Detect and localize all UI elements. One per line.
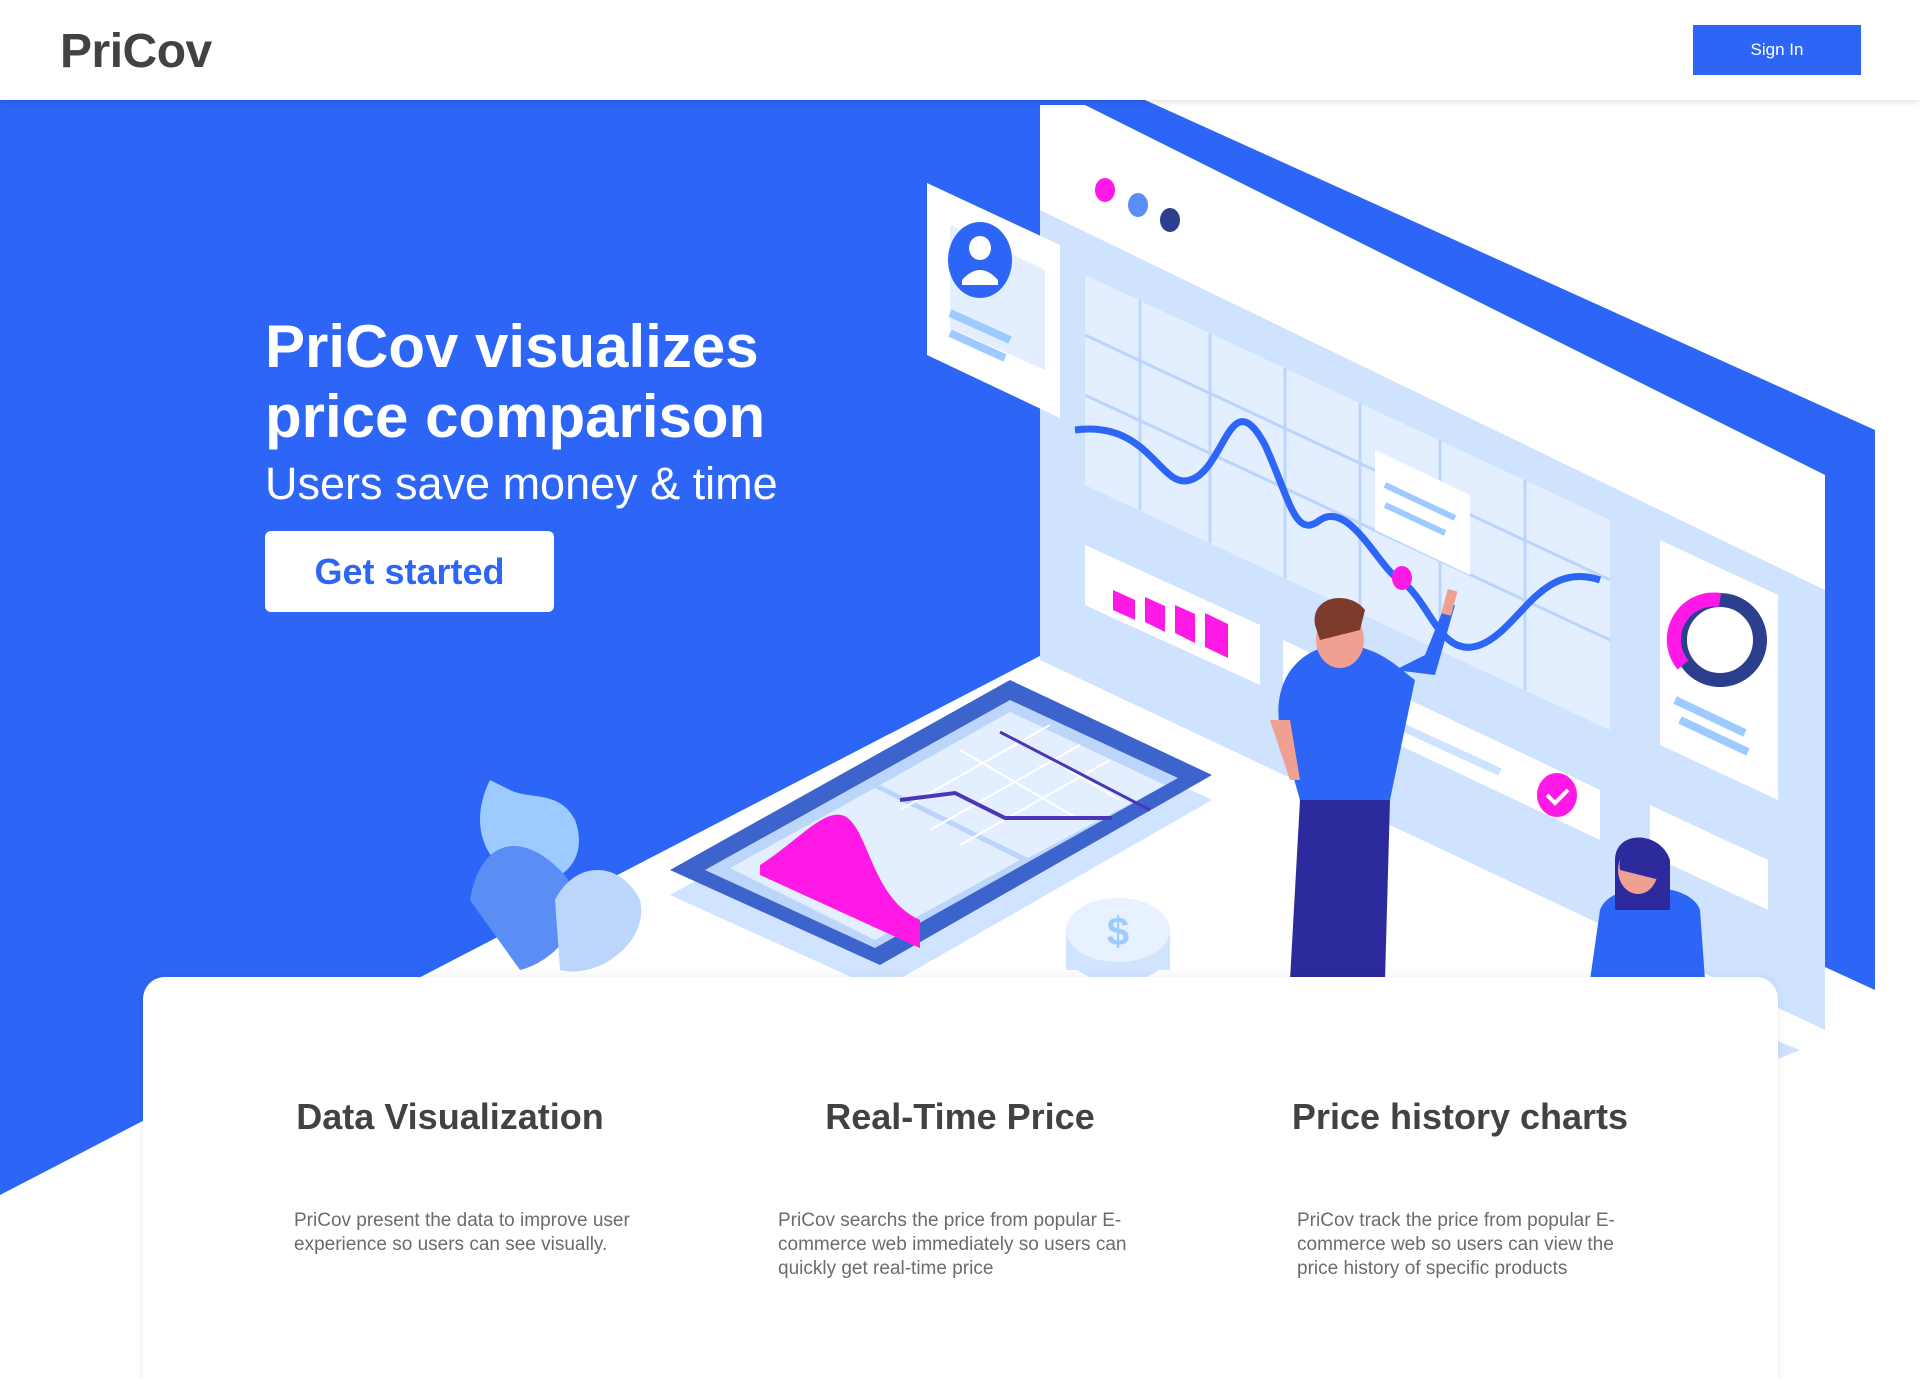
feature-description: PriCov searchs the price from popular E-… [778, 1210, 1127, 1279]
brand-logo[interactable]: PriCov [60, 24, 212, 79]
hero-title: PriCov visualizes price comparison [265, 313, 766, 450]
plant-illustration [470, 780, 642, 972]
svg-text:$: $ [1107, 910, 1129, 954]
sign-in-button[interactable]: Sign In [1693, 25, 1861, 75]
user-icon [948, 222, 1012, 298]
hero-subtitle: Users save money & time [265, 458, 778, 509]
get-started-button[interactable]: Get started [265, 531, 554, 612]
features-card: Data Visualization PriCov present the da… [143, 977, 1778, 1379]
dollar-icon: $ [1066, 898, 1170, 982]
top-navbar: PriCov Sign In [0, 0, 1920, 100]
feature-title: Price history charts [1291, 1096, 1629, 1137]
feature-description: PriCov track the price from popular E-co… [1297, 1210, 1615, 1279]
feature-title: Data Visualization [296, 1096, 604, 1137]
feature-description: PriCov present the data to improve user … [294, 1210, 630, 1255]
check-icon [1537, 773, 1577, 817]
feature-title: Real-Time Price [825, 1096, 1095, 1137]
